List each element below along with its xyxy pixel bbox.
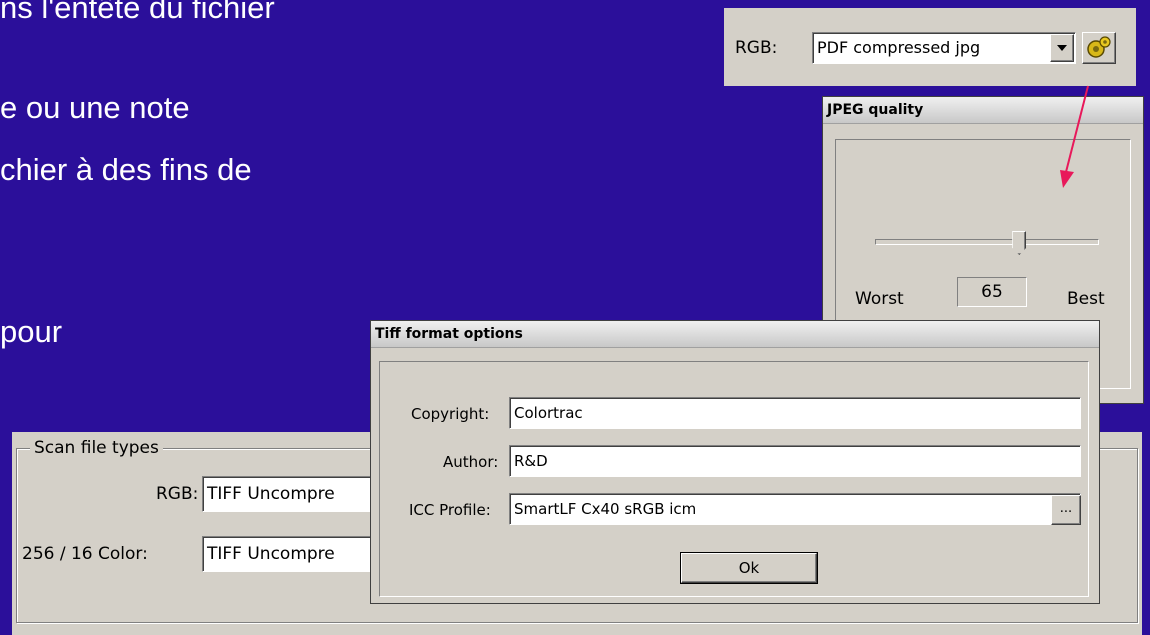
scan-rgb-label: RGB:: [156, 484, 199, 504]
quality-value-display: 65: [957, 277, 1027, 307]
scan-file-types-legend: Scan file types: [30, 438, 163, 458]
quality-slider-track[interactable]: [875, 239, 1099, 245]
icc-browse-label: ...: [1059, 501, 1073, 516]
scan-color-label: 256 / 16 Color:: [22, 544, 148, 564]
copyright-label: Copyright:: [411, 405, 490, 423]
scan-color-select-value: TIFF Uncompre: [207, 544, 335, 564]
rgb-format-select-value: PDF compressed jpg: [817, 38, 981, 57]
rgb-format-dropdown-button[interactable]: [1050, 34, 1074, 62]
pointer-arrow: [1060, 85, 1089, 188]
worst-label: Worst: [855, 289, 904, 309]
tiff-options-dialog: Tiff format options Copyright: Colortrac…: [370, 320, 1100, 604]
rgb-format-select[interactable]: PDF compressed jpg: [812, 32, 1076, 64]
best-label: Best: [1067, 289, 1105, 309]
slide-text-line-4: pour: [0, 314, 63, 349]
author-label: Author:: [443, 453, 499, 471]
copyright-value: Colortrac: [514, 404, 583, 422]
copyright-input[interactable]: Colortrac: [509, 397, 1081, 429]
tiff-dialog-title: Tiff format options: [371, 321, 1099, 348]
author-input[interactable]: R&D: [509, 445, 1081, 477]
icc-profile-label: ICC Profile:: [409, 501, 491, 519]
icc-profile-value: SmartLF Cx40 sRGB icm: [514, 500, 697, 518]
rgb-toolbar-label: RGB:: [735, 38, 778, 58]
quality-value-text: 65: [981, 282, 1003, 302]
slide-text-line-2: e ou une note: [0, 90, 190, 125]
chevron-down-icon: [1057, 45, 1067, 51]
format-settings-button[interactable]: [1082, 32, 1116, 64]
slide-text-line-1: ns l'entête du fichier: [0, 0, 275, 25]
tiff-ok-label: Ok: [738, 559, 760, 577]
slide-text-line-3: chier à des fins de: [0, 152, 252, 187]
tiff-ok-button[interactable]: Ok: [680, 552, 818, 584]
scan-rgb-select-value: TIFF Uncompre: [207, 484, 335, 504]
gear-settings-icon: [1087, 36, 1111, 58]
icc-profile-input[interactable]: SmartLF Cx40 sRGB icm: [509, 493, 1081, 525]
author-value: R&D: [514, 452, 548, 470]
icc-browse-button[interactable]: ...: [1051, 495, 1081, 525]
rgb-toolbar: RGB: PDF compressed jpg: [724, 8, 1136, 86]
